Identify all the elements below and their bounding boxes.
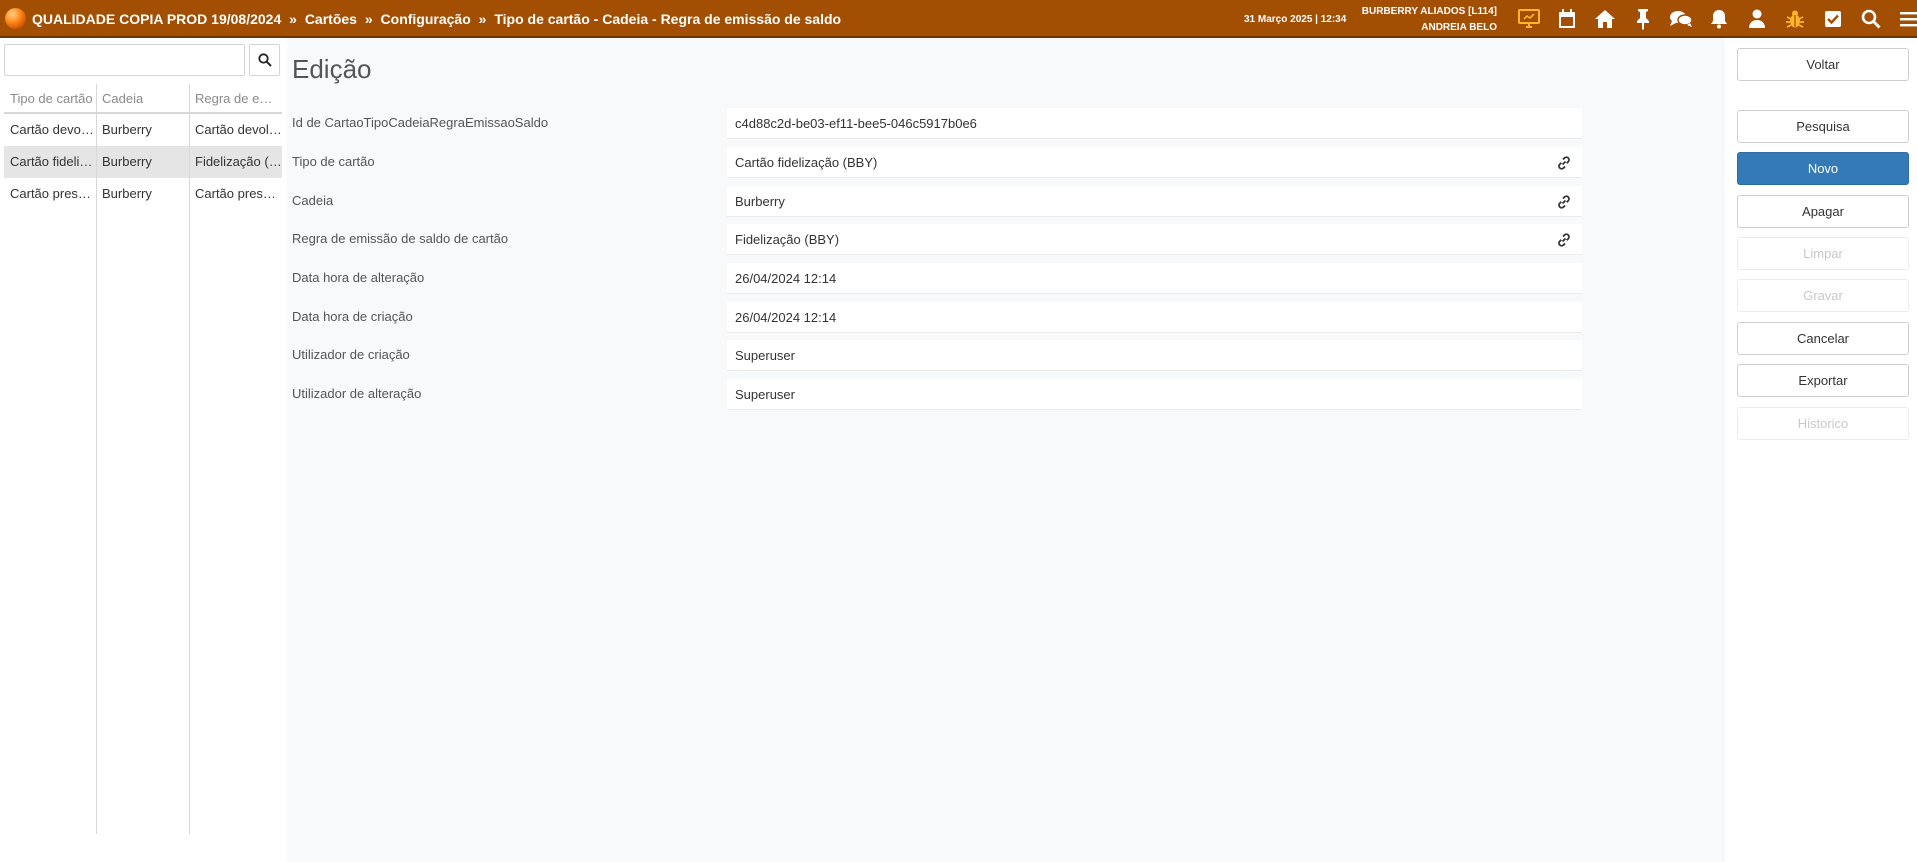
column-divider[interactable]	[189, 84, 190, 834]
field-value-id[interactable]: c4d88c2d-be03-ef11-bee5-046c5917b0e6	[727, 108, 1582, 139]
exportar-button[interactable]: Exportar	[1737, 364, 1909, 397]
breadcrumb: QUALIDADE COPIA PROD 19/08/2024 » Cartõe…	[32, 11, 841, 27]
field-value-text: Cartão fidelização (BBY)	[735, 155, 878, 170]
link-icon[interactable]	[1556, 194, 1572, 210]
field-value-text: Superuser	[735, 387, 795, 402]
field-label: Data hora de criação	[292, 309, 413, 324]
field-value-data-alteracao[interactable]: 26/04/2024 12:14	[727, 263, 1582, 294]
field-label: Data hora de alteração	[292, 270, 425, 285]
breadcrumb-separator: »	[289, 11, 297, 27]
pin-icon[interactable]	[1624, 6, 1662, 32]
toolbar-icons	[1510, 6, 1917, 32]
home-icon[interactable]	[1586, 6, 1624, 32]
calendar-icon[interactable]	[1548, 6, 1586, 32]
voltar-button[interactable]: Voltar	[1737, 48, 1909, 81]
novo-button[interactable]: Novo	[1737, 152, 1909, 185]
search-icon	[257, 53, 272, 67]
edit-form: Edição Id de CartaoTipoCadeiaRegraEmissa…	[287, 38, 1725, 862]
field-row-id: Id de CartaoTipoCadeiaRegraEmissaoSaldo …	[292, 108, 1582, 140]
chat-icon[interactable]	[1662, 6, 1700, 32]
field-label: Cadeia	[292, 193, 334, 208]
menu-icon[interactable]	[1890, 6, 1917, 32]
breadcrumb-item-configuracao[interactable]: Configuração	[381, 11, 471, 27]
column-header-regra[interactable]: Regra de emissão de saldo	[189, 84, 282, 112]
breadcrumb-separator: »	[364, 11, 373, 27]
field-value-text: c4d88c2d-be03-ef11-bee5-046c5917b0e6	[735, 116, 977, 131]
field-value-tipo-cartao[interactable]: Cartão fidelização (BBY)	[727, 147, 1582, 178]
table-cell: Burberry	[102, 186, 152, 201]
column-header-cadeia[interactable]: Cadeia	[96, 84, 189, 112]
search-icon[interactable]	[1852, 6, 1890, 32]
field-value-text: 26/04/2024 12:14	[735, 310, 837, 325]
company-name: BURBERRY ALIADOS [L114]	[1361, 6, 1497, 17]
field-value-data-criacao[interactable]: 26/04/2024 12:14	[727, 302, 1582, 333]
header-datetime: 31 Março 2025 | 12:34	[1244, 14, 1347, 25]
grid-header: Tipo de cartão Cadeia Regra de emissão d…	[4, 84, 282, 114]
table-cell: Cartão devolução	[195, 122, 282, 137]
app-logo-icon[interactable]	[5, 8, 26, 29]
user-icon[interactable]	[1738, 6, 1776, 32]
field-label: Utilizador de criação	[292, 347, 410, 362]
column-header-tipo-cartao[interactable]: Tipo de cartão	[4, 84, 96, 112]
user-info[interactable]: BURBERRY ALIADOS [L114] ANDREIA BELO	[1362, 4, 1497, 36]
table-cell: Cartão presente	[195, 186, 282, 201]
field-row-cadeia: Cadeia Burberry	[292, 186, 1582, 218]
field-row-regra: Regra de emissão de saldo de cartão Fide…	[292, 224, 1582, 256]
breadcrumb-item-current-page: Tipo de cartão - Cadeia - Regra de emiss…	[494, 11, 842, 27]
pesquisa-button[interactable]: Pesquisa	[1737, 110, 1909, 143]
field-value-cadeia[interactable]: Burberry	[727, 186, 1582, 217]
field-value-regra[interactable]: Fidelização (BBY)	[727, 224, 1582, 255]
table-cell: Burberry	[102, 154, 152, 169]
historico-button: Historico	[1737, 407, 1909, 440]
list-search-input[interactable]	[4, 44, 245, 76]
link-icon[interactable]	[1556, 155, 1572, 171]
field-value-text: Superuser	[735, 348, 795, 363]
field-label: Tipo de cartão	[292, 154, 375, 169]
field-row-tipo-cartao: Tipo de cartão Cartão fidelização (BBY)	[292, 147, 1582, 179]
user-name: ANDREIA BELO	[1421, 22, 1497, 33]
monitor-icon[interactable]	[1510, 6, 1548, 32]
gravar-button: Gravar	[1737, 279, 1909, 312]
page-title: Edição	[292, 54, 372, 84]
field-row-utilizador-criacao: Utilizador de criação Superuser	[292, 340, 1582, 372]
limpar-button: Limpar	[1737, 237, 1909, 270]
breadcrumb-separator: »	[478, 11, 487, 27]
field-value-utilizador-alteracao[interactable]: Superuser	[727, 379, 1582, 410]
actions-panel: Voltar Pesquisa Novo Apagar Limpar Grava…	[1725, 38, 1917, 862]
checkbox-icon[interactable]	[1814, 6, 1852, 32]
field-value-text: Burberry	[735, 194, 785, 209]
column-divider[interactable]	[96, 84, 97, 834]
list-search-button[interactable]	[249, 44, 280, 76]
field-value-text: Fidelização (BBY)	[735, 232, 840, 247]
table-cell: Fidelização (BBY)	[195, 154, 282, 169]
link-icon[interactable]	[1556, 232, 1572, 248]
cancelar-button[interactable]: Cancelar	[1737, 322, 1909, 355]
results-grid: Tipo de cartão Cadeia Regra de emissão d…	[4, 84, 282, 210]
table-row[interactable]: Cartão devolução Burberry Cartão devoluç…	[4, 114, 282, 146]
field-row-data-alteracao: Data hora de alteração 26/04/2024 12:14	[292, 263, 1582, 295]
top-bar: QUALIDADE COPIA PROD 19/08/2024 » Cartõe…	[0, 0, 1917, 38]
table-cell: Cartão fidelização (BBY)	[10, 154, 96, 169]
list-panel: Tipo de cartão Cadeia Regra de emissão d…	[0, 38, 285, 862]
table-cell: Cartão devolução	[10, 122, 96, 137]
table-row-selected[interactable]: Cartão fidelização (BBY) Burberry Fideli…	[4, 146, 282, 178]
field-label: Utilizador de alteração	[292, 386, 422, 401]
apagar-button[interactable]: Apagar	[1737, 195, 1909, 228]
breadcrumb-item-cartoes[interactable]: Cartões	[305, 11, 357, 27]
field-label: Regra de emissão de saldo de cartão	[292, 231, 509, 246]
table-cell: Cartão presente	[10, 186, 96, 201]
field-row-utilizador-alteracao: Utilizador de alteração Superuser	[292, 379, 1582, 411]
table-row[interactable]: Cartão presente Burberry Cartão presente	[4, 178, 282, 210]
table-cell: Burberry	[102, 122, 152, 137]
breadcrumb-item-environment[interactable]: QUALIDADE COPIA PROD 19/08/2024	[32, 11, 281, 27]
field-label: Id de CartaoTipoCadeiaRegraEmissaoSaldo	[292, 115, 549, 130]
bug-icon[interactable]	[1776, 6, 1814, 32]
field-row-data-criacao: Data hora de criação 26/04/2024 12:14	[292, 302, 1582, 334]
field-value-utilizador-criacao[interactable]: Superuser	[727, 340, 1582, 371]
field-value-text: 26/04/2024 12:14	[735, 271, 837, 286]
bell-icon[interactable]	[1700, 6, 1738, 32]
